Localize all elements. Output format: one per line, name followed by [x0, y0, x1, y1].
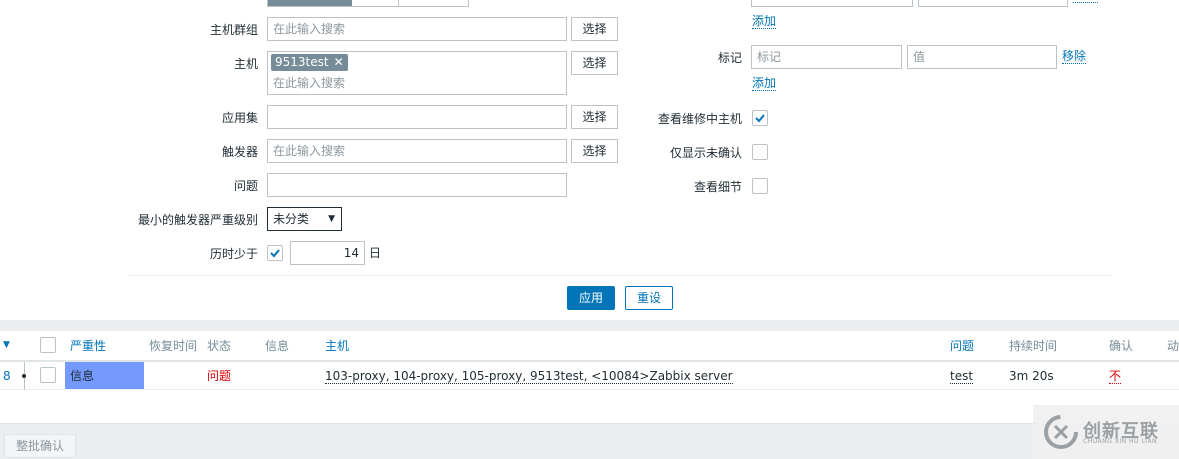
add-tag-link[interactable]: 添加 [752, 76, 777, 91]
show-suppressed-checkbox[interactable] [752, 110, 768, 126]
remove-link-top[interactable] [1073, 2, 1098, 3]
triggers-select-button[interactable]: 选择 [571, 139, 618, 163]
header-severity[interactable]: 严重性 [70, 338, 106, 354]
host-groups-select-button[interactable]: 选择 [571, 17, 618, 41]
reset-button[interactable]: 重设 [625, 286, 673, 310]
problem-input[interactable] [267, 173, 567, 197]
triggers-label: 触发器 [221, 145, 258, 159]
tag-name-placeholder: 标记 [757, 50, 782, 64]
host-groups-label: 主机群组 [209, 23, 258, 37]
hosts-select-button[interactable]: 选择 [571, 51, 618, 75]
brand-logo-icon [1044, 415, 1078, 449]
hosts-link[interactable]: 103-proxy, 104-proxy, 105-proxy, 9513tes… [325, 369, 733, 384]
triggers-placeholder: 在此输入搜索 [273, 144, 346, 158]
problem-link[interactable]: test [950, 369, 974, 384]
checkmark-icon [270, 249, 280, 258]
tag-name-input[interactable]: 标记 [751, 45, 902, 69]
host-groups-input[interactable]: 在此输入搜索 [267, 17, 567, 41]
header-problem[interactable]: 问题 [950, 338, 974, 354]
problem-label: 问题 [233, 179, 258, 193]
row-time-fragment: 8 [3, 369, 11, 383]
tab-strip-remnant[interactable] [267, 0, 469, 7]
header-ack: 确认 [1109, 339, 1134, 353]
tag-value-placeholder: 值 [913, 50, 926, 64]
application-label: 应用集 [221, 111, 258, 125]
host-chip: 9513test ✕ [271, 54, 348, 71]
status-value: 问题 [207, 369, 232, 383]
severity-value: 信息 [70, 369, 95, 383]
hosts-label: 主机 [233, 57, 258, 71]
header-info: 信息 [265, 339, 290, 353]
select-all-checkbox[interactable] [40, 337, 56, 353]
tag-name-input-top[interactable] [751, 0, 913, 7]
header-actions: 动 [1167, 339, 1179, 353]
timeline-dot [22, 374, 26, 378]
age-less-than-checkbox[interactable] [267, 245, 283, 261]
hosts-placeholder: 在此输入搜索 [273, 76, 346, 90]
tags-label: 标记 [717, 51, 742, 65]
timeline-sort-icon[interactable]: ▼ [3, 340, 10, 350]
header-duration: 持续时间 [1009, 339, 1058, 353]
checkmark-icon [755, 114, 765, 123]
footer-bar [0, 423, 1179, 459]
min-severity-select[interactable]: 未分类 ▼ [267, 207, 342, 231]
min-severity-label: 最小的触发器严重级别 [137, 213, 258, 227]
dropdown-arrow-icon: ▼ [328, 214, 335, 224]
brand-subtitle: CHUANG XIN HU LIAN [1083, 438, 1158, 445]
ack-link[interactable]: 不 [1109, 369, 1122, 384]
host-chip-remove-icon[interactable]: ✕ [334, 55, 344, 69]
show-suppressed-label: 查看维修中主机 [657, 112, 742, 126]
unacknowledged-only-checkbox[interactable] [752, 144, 768, 160]
header-recovery-time: 恢复时间 [149, 339, 198, 353]
filter-separator [128, 275, 1112, 276]
show-details-label: 查看细节 [693, 180, 742, 194]
triggers-input[interactable]: 在此输入搜索 [267, 139, 567, 163]
mass-acknowledge-button[interactable]: 整批确认 [4, 434, 76, 458]
remove-tag-link[interactable]: 移除 [1062, 49, 1087, 64]
apply-button[interactable]: 应用 [567, 286, 615, 310]
row-checkbox[interactable] [40, 367, 56, 383]
age-days-input[interactable]: 14 [290, 241, 365, 265]
tag-value-input-top[interactable] [918, 0, 1068, 7]
header-host[interactable]: 主机 [325, 338, 349, 354]
host-groups-placeholder: 在此输入搜索 [273, 22, 346, 36]
host-chip-label: 9513test [275, 55, 329, 69]
duration-value: 3m 20s [1009, 369, 1054, 383]
age-days-unit: 日 [369, 246, 382, 260]
application-input[interactable] [267, 105, 567, 129]
add-tag-link-top[interactable]: 添加 [752, 14, 777, 29]
header-status: 状态 [207, 339, 232, 353]
age-less-than-label: 历时少于 [209, 247, 258, 261]
section-gap [0, 320, 1179, 331]
watermark-logo: 创新互联 CHUANG XIN HU LIAN [1033, 405, 1179, 459]
application-select-button[interactable]: 选择 [571, 105, 618, 129]
tag-value-input[interactable]: 值 [907, 45, 1057, 69]
unacknowledged-only-label: 仅显示未确认 [669, 146, 742, 160]
min-severity-value: 未分类 [273, 212, 310, 226]
show-details-checkbox[interactable] [752, 178, 768, 194]
